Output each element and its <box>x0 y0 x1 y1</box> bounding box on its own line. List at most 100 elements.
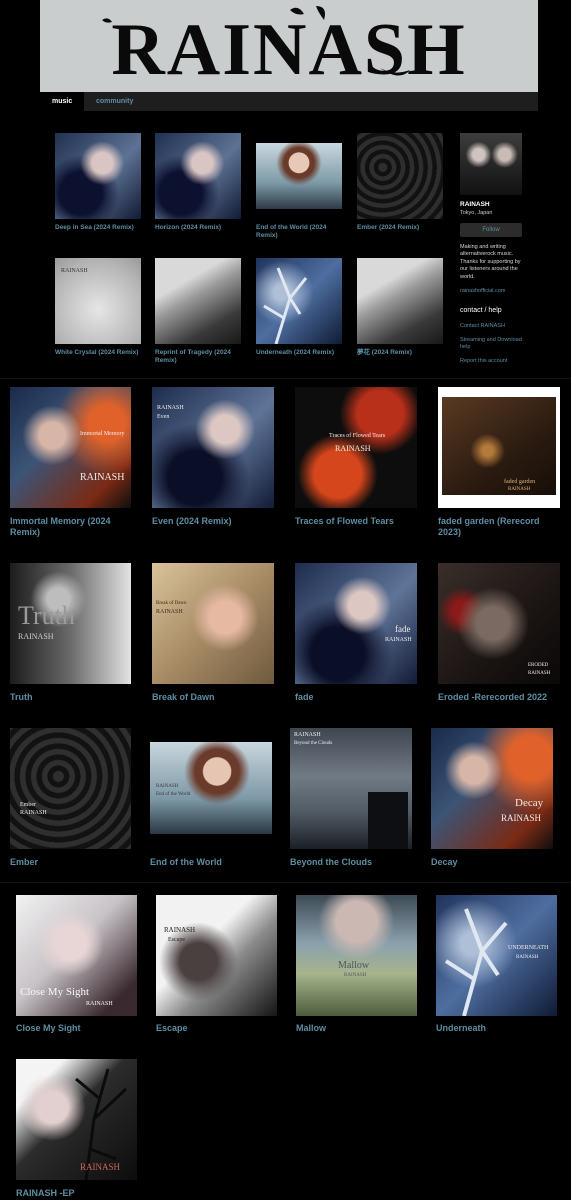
album-art-break-of-dawn[interactable]: Break of Dawn RAINASH <box>152 563 274 684</box>
cover-artist: RAINASH <box>20 810 47 816</box>
cover-artist: RAINASH <box>156 609 183 615</box>
album-title[interactable]: fade <box>295 692 420 703</box>
album-title[interactable]: Horizon (2024 Remix) <box>155 224 241 232</box>
cover-title: Beyond the Clouds <box>294 741 333 746</box>
cover-title: Even <box>157 414 170 420</box>
cover-artist: RAINASH <box>508 487 531 492</box>
album-art-close-my-sight[interactable]: Close My Sight RAINASH <box>16 895 137 1016</box>
album-art-truth[interactable]: Truth RAINASH <box>10 563 131 684</box>
branch-graphic <box>444 908 508 1016</box>
cover-title: Escape <box>168 937 185 943</box>
album-title[interactable]: End of the World <box>150 857 275 868</box>
album-art-reprint-of-tragedy[interactable] <box>155 258 241 344</box>
album-title[interactable]: Ember (2024 Remix) <box>357 224 443 232</box>
album-art-mallow[interactable]: Mallow RAINASH <box>296 895 417 1016</box>
album-art-end-of-the-world-remix[interactable] <box>256 143 342 209</box>
divider <box>0 378 571 379</box>
cover-artist: RAINASH <box>528 671 551 676</box>
album-title[interactable]: Mallow <box>296 1023 421 1034</box>
cover-title: Mallow <box>338 960 370 971</box>
cover-title: Close My Sight <box>20 986 90 998</box>
divider <box>0 882 571 883</box>
cover-artist: RAINASH <box>344 973 367 978</box>
contact-link[interactable]: Contact RAINASH <box>460 323 505 330</box>
album-title[interactable]: Even (2024 Remix) <box>152 516 277 527</box>
album-art-even[interactable]: RAINASH Even <box>152 387 274 508</box>
album-title[interactable]: Underneath <box>436 1023 561 1034</box>
album-art-end-of-the-world[interactable]: RAINASH End of the World <box>150 742 272 834</box>
cover-artist: RAINASH <box>294 732 321 738</box>
cover-title: UNDERNEATH <box>508 945 549 951</box>
nav-bar: music community <box>40 92 538 111</box>
album-title[interactable]: Ember <box>10 857 135 868</box>
album-art-rainash-ep[interactable]: RAINASH <box>16 1059 137 1180</box>
cover-artist: RAINASH <box>157 405 184 411</box>
report-link[interactable]: Report this account <box>460 358 507 365</box>
cover-title: Traces of Flowed Tears <box>329 433 386 439</box>
cover-artist: RAINASH <box>164 926 196 934</box>
cover-title: Ember <box>20 802 36 808</box>
header-banner: RAINASH <box>40 0 538 92</box>
cover-artist: RAINASH <box>61 268 88 274</box>
cover-artist: RAINASH <box>501 813 542 823</box>
album-title[interactable]: faded garden (Rerecord 2023) <box>438 516 563 538</box>
cover-artist: RAINASH <box>156 784 179 789</box>
album-title[interactable]: White Crystal (2024 Remix) <box>55 349 141 357</box>
artist-name[interactable]: RAINASH <box>460 201 490 210</box>
album-title[interactable]: Immortal Memory (2024 Remix) <box>10 516 135 538</box>
cover-artist: RAINASH <box>86 1001 113 1007</box>
album-art-eroded[interactable]: ERODED RAINASH <box>438 563 560 684</box>
album-title[interactable]: Underneath (2024 Remix) <box>256 349 342 357</box>
album-art-white-crystal[interactable]: RAINASH <box>55 258 141 344</box>
album-art-fade[interactable]: fade RAINASH <box>295 563 417 684</box>
album-title[interactable]: Truth <box>10 692 135 703</box>
website-link[interactable]: rainashofficial.com <box>460 288 505 295</box>
album-title[interactable]: Close My Sight <box>16 1023 141 1034</box>
cover-title: fade <box>395 624 411 634</box>
cover-title: ERODED <box>528 663 549 668</box>
album-title[interactable]: Decay <box>431 857 556 868</box>
album-title[interactable]: Traces of Flowed Tears <box>295 516 420 527</box>
album-art-traces-of-flowed-tears[interactable]: Traces of Flowed Tears RAINASH <box>295 387 417 508</box>
album-title[interactable]: Reprint of Tragedy (2024 Remix) <box>155 349 241 365</box>
artist-location: Tokyo, Japan <box>460 210 493 216</box>
album-title[interactable]: Beyond the Clouds <box>290 857 415 868</box>
album-art-underneath[interactable]: UNDERNEATH RAINASH <box>436 895 557 1016</box>
cover-artist: RAINASH <box>385 637 412 643</box>
cover-artist: RAINASH <box>80 472 125 483</box>
album-art-horizon[interactable] <box>155 133 241 219</box>
cover-artist: RAINASH <box>18 632 54 641</box>
tab-community[interactable]: community <box>84 92 145 111</box>
rainash-logo[interactable]: RAINASH <box>40 2 538 90</box>
artist-photo[interactable] <box>460 133 522 195</box>
svg-text:RAINASH: RAINASH <box>111 9 466 90</box>
album-art-beyond-the-clouds[interactable]: RAINASH Beyond the Clouds <box>290 728 412 849</box>
album-art-escape[interactable]: RAINASH Escape <box>156 895 277 1016</box>
album-title[interactable]: 夢花 (2024 Remix) <box>357 349 443 357</box>
album-title[interactable]: RAINASH -EP <box>16 1188 141 1199</box>
artist-bio: Making and writing alternativerock music… <box>460 244 521 280</box>
cover-title: faded garden <box>504 479 536 485</box>
cover-artist: RAINASH <box>80 1162 121 1172</box>
album-art-faded-garden[interactable]: faded garden RAINASH <box>438 387 560 508</box>
album-title[interactable]: Eroded -Rerecorded 2022 <box>438 692 563 703</box>
album-art-underneath-remix[interactable] <box>256 258 342 344</box>
album-art-yumehana[interactable] <box>357 258 443 344</box>
album-title[interactable]: Break of Dawn <box>152 692 277 703</box>
cover-title: Decay <box>515 797 544 809</box>
album-title[interactable]: Escape <box>156 1023 281 1034</box>
cover-artist: RAINASH <box>335 444 371 453</box>
cover-title: Break of Dawn <box>156 601 187 606</box>
cover-artist: RAINASH <box>516 955 539 960</box>
album-art-immortal-memory[interactable]: Immortal Memory RAINASH <box>10 387 131 508</box>
album-art-deep-in-sea[interactable] <box>55 133 141 219</box>
branch-graphic <box>263 267 308 344</box>
album-art-ember[interactable]: Ember RAINASH <box>10 728 131 849</box>
follow-button[interactable]: Follow <box>460 223 522 237</box>
album-title[interactable]: End of the World (2024 Remix) <box>256 224 342 240</box>
tab-music[interactable]: music <box>40 92 85 111</box>
album-art-ember-remix[interactable] <box>357 133 443 219</box>
help-link[interactable]: Streaming and Download help <box>460 337 526 352</box>
album-art-decay[interactable]: Decay RAINASH <box>431 728 553 849</box>
album-title[interactable]: Deep in Sea (2024 Remix) <box>55 224 141 232</box>
